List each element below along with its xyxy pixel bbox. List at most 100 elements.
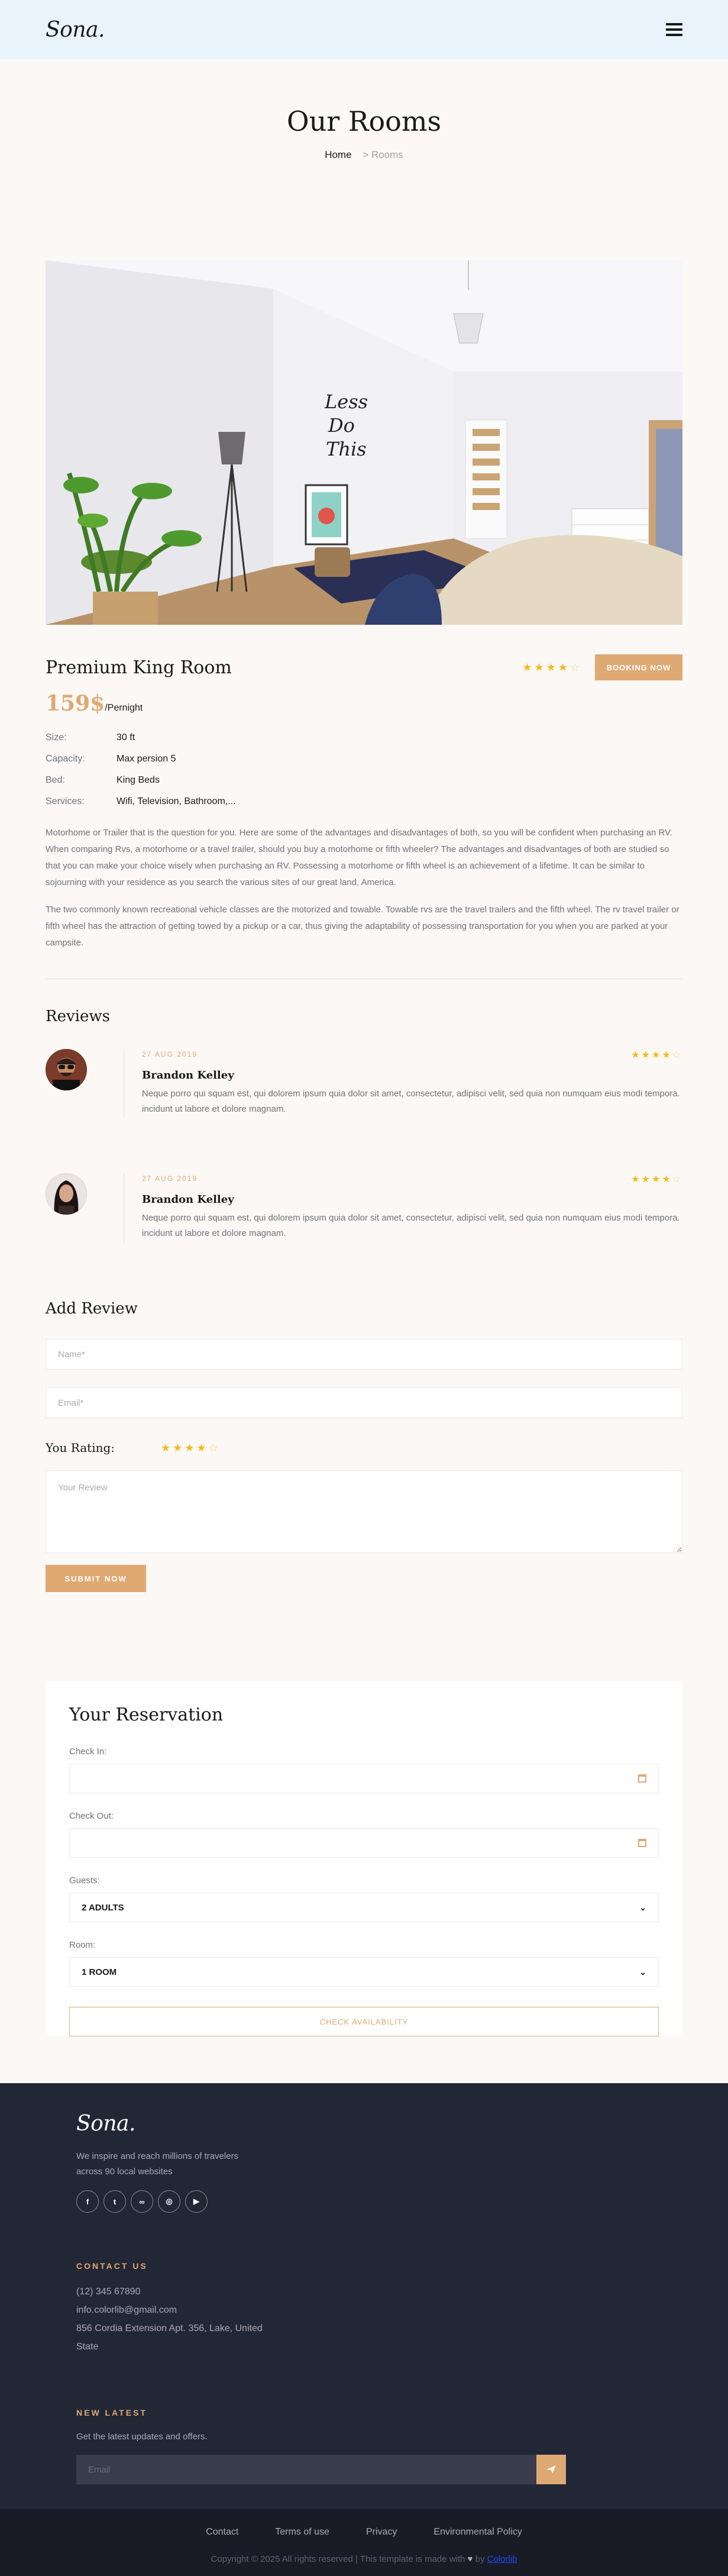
send-icon xyxy=(546,2465,556,2474)
review-stars: ★★★★☆ xyxy=(631,1174,682,1184)
footer-description: We inspire and reach millions of travele… xyxy=(76,2151,239,2177)
room-label: Room: xyxy=(69,1940,96,1950)
breadcrumb-home[interactable]: Home xyxy=(325,149,351,160)
footer-link-contact[interactable]: Contact xyxy=(206,2527,238,2538)
copyright-by: by xyxy=(475,2554,485,2564)
review-item: 27 Aug 2019 ★★★★☆ Brandon Kelley Neque p… xyxy=(46,1173,682,1286)
chevron-down-icon: ⌄ xyxy=(639,1902,646,1912)
spec-label: Capacity: xyxy=(46,754,85,764)
calendar-icon[interactable] xyxy=(638,1774,646,1783)
guests-label: Guests: xyxy=(69,1875,100,1886)
page-title: Our Rooms xyxy=(286,105,442,137)
rating-stars-input[interactable]: ★★★★☆ xyxy=(161,1442,221,1454)
price-unit: /Pernight xyxy=(105,703,143,713)
spec-label: Services: xyxy=(46,796,85,806)
footer-link-privacy[interactable]: Privacy xyxy=(366,2527,397,2538)
room-price: 159$/Pernight xyxy=(46,691,682,716)
site-logo[interactable]: Sona. xyxy=(46,18,105,42)
contact-heading: Contact Us xyxy=(76,2261,148,2271)
send-button[interactable] xyxy=(536,2455,566,2484)
review-stars: ★★★★☆ xyxy=(631,1050,682,1060)
social-links: f t ∞ ◎ ▶ xyxy=(76,2190,682,2213)
review-body: 27 Aug 2019 ★★★★☆ Brandon Kelley Neque p… xyxy=(142,1173,682,1286)
name-input[interactable] xyxy=(46,1339,682,1370)
footer-link-environmental[interactable]: Environmental Policy xyxy=(433,2527,522,2538)
guests-value: 2 Adults xyxy=(82,1902,124,1913)
review-textarea[interactable] xyxy=(46,1470,682,1553)
room-title: Premium King Room xyxy=(46,657,232,678)
review-date: 27 Aug 2019 xyxy=(142,1174,198,1183)
copyright-text: Copyright © 2025 All rights reserved | T… xyxy=(211,2554,465,2564)
chevron-down-icon: ⌄ xyxy=(639,1967,646,1977)
booking-now-button[interactable]: Booking Now xyxy=(595,654,682,680)
page-hero: Our Rooms Home > Rooms xyxy=(0,59,728,260)
room-value: 1 Room xyxy=(82,1967,117,1977)
breadcrumb-current: > Rooms xyxy=(363,149,403,160)
contact-address: 856 Cordia Extension Apt. 356, Lake, Uni… xyxy=(76,2323,263,2352)
email-input[interactable] xyxy=(46,1387,682,1418)
check-availability-button[interactable]: Check Availability xyxy=(69,2007,659,2036)
room-actions: ★★★★☆ Booking Now xyxy=(522,654,682,680)
spec-label: Size: xyxy=(46,732,67,743)
footer-nav: Contact Terms of use Privacy Environment… xyxy=(0,2527,728,2538)
heart-icon: ♥ xyxy=(467,2554,473,2564)
check-out-field[interactable] xyxy=(69,1828,659,1858)
spec-size: Size: 30 ft xyxy=(46,732,682,743)
spec-capacity: Capacity: Max persion 5 xyxy=(46,754,682,764)
review-item: 27 Aug 2019 ★★★★☆ Brandon Kelley Neque p… xyxy=(46,1049,682,1161)
reviews-title: Reviews xyxy=(46,1008,110,1025)
instagram-icon[interactable]: ◎ xyxy=(158,2190,180,2213)
reservation-title: Your Reservation xyxy=(69,1705,224,1725)
review-date: 27 Aug 2019 xyxy=(142,1050,198,1058)
room-description-2: The two commonly known recreational vehi… xyxy=(46,905,680,948)
spec-value: 30 ft xyxy=(117,732,135,743)
contact-phone: (12) 345 67890 xyxy=(76,2287,141,2297)
poster-text-2: Do xyxy=(328,414,355,437)
site-footer: Sona. We inspire and reach millions of t… xyxy=(0,2083,728,2576)
room-description-1: Motorhome or Trailer that is the questio… xyxy=(46,828,672,887)
price-value: 159$ xyxy=(46,691,105,716)
submit-review-button[interactable]: Submit Now xyxy=(46,1565,146,1592)
spec-label: Bed: xyxy=(46,775,65,785)
check-out-label: Check Out: xyxy=(69,1811,114,1821)
breadcrumb: Home > Rooms xyxy=(0,149,728,161)
colorlib-link[interactable]: Colorlib xyxy=(487,2554,517,2564)
guests-select[interactable]: 2 Adults ⌄ xyxy=(69,1893,659,1922)
poster-text-1: Less xyxy=(324,390,368,413)
contact-info: (12) 345 67890 info.colorlib@gmail.com 8… xyxy=(76,2283,271,2356)
review-body: 27 Aug 2019 ★★★★☆ Brandon Kelley Neque p… xyxy=(142,1049,682,1161)
calendar-icon[interactable] xyxy=(638,1839,646,1847)
reservation-widget: Your Reservation Check In: Check Out: Gu… xyxy=(46,1681,682,2036)
spec-value: Max persion 5 xyxy=(117,754,176,764)
review-text: Neque porro qui squam est, qui dolorem i… xyxy=(142,1089,680,1114)
check-in-label: Check In: xyxy=(69,1747,107,1757)
room-photo: Less Do This xyxy=(46,260,682,625)
footer-logo[interactable]: Sona. xyxy=(76,2112,682,2136)
check-in-field[interactable] xyxy=(69,1764,659,1793)
footer-content: Sona. We inspire and reach millions of t… xyxy=(46,2112,682,2484)
contact-email[interactable]: info.colorlib@gmail.com xyxy=(76,2301,271,2319)
news-heading: New Latest xyxy=(76,2408,147,2417)
rating-row: You Rating: ★★★★☆ xyxy=(46,1441,682,1455)
add-review-title: Add Review xyxy=(46,1300,138,1318)
newsletter-email-input[interactable] xyxy=(76,2455,536,2484)
room-header: Premium King Room ★★★★☆ Booking Now xyxy=(46,654,682,680)
review-text: Neque porro qui squam est, qui dolorem i… xyxy=(142,1213,680,1238)
news-text: Get the latest updates and offers. xyxy=(76,2432,208,2442)
spec-bed: Bed: King Beds xyxy=(46,775,682,786)
footer-link-terms[interactable]: Terms of use xyxy=(275,2527,329,2538)
room-details: Less Do This Premium King Room ★★★★☆ BOO… xyxy=(46,260,682,2036)
youtube-icon[interactable]: ▶ xyxy=(185,2190,208,2213)
rating-stars: ★★★★☆ xyxy=(522,661,582,673)
poster-text-3: This xyxy=(326,438,367,460)
newsletter-form xyxy=(76,2455,566,2484)
spec-value: King Beds xyxy=(117,775,160,785)
tripadvisor-icon[interactable]: ∞ xyxy=(131,2190,153,2213)
room-select[interactable]: 1 Room ⌄ xyxy=(69,1957,659,1987)
spec-value: Wifi, Television, Bathroom,... xyxy=(117,796,236,806)
review-author: Brandon Kelley xyxy=(142,1069,234,1082)
facebook-icon[interactable]: f xyxy=(76,2190,99,2213)
footer-bottom: Contact Terms of use Privacy Environment… xyxy=(0,2509,728,2576)
twitter-icon[interactable]: t xyxy=(103,2190,126,2213)
menu-icon[interactable] xyxy=(666,23,682,36)
